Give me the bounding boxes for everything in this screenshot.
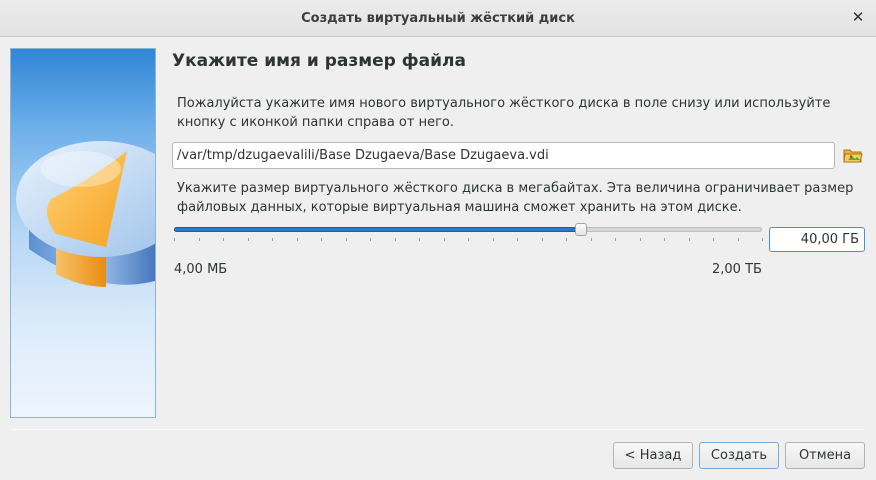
choose-file-button[interactable] <box>842 144 864 166</box>
slider-tick <box>370 238 371 241</box>
folder-open-icon <box>843 149 863 163</box>
button-separator <box>10 429 864 430</box>
window-title: Создать виртуальный жёсткий диск <box>301 11 575 26</box>
size-value-input[interactable] <box>769 227 865 252</box>
slider-tick <box>640 238 641 241</box>
slider-tick <box>223 238 224 241</box>
title-bar[interactable]: Создать виртуальный жёсткий диск ✕ <box>0 0 876 37</box>
slider-tick <box>248 238 249 241</box>
slider-tick <box>199 238 200 241</box>
slider-tick <box>713 238 714 241</box>
file-location-input[interactable] <box>172 142 835 169</box>
slider-handle[interactable] <box>575 223 587 236</box>
slider-fill <box>174 227 581 232</box>
cancel-button[interactable]: Отмена <box>785 442 865 469</box>
dialog-window: Создать виртуальный жёсткий диск ✕ Укажи… <box>0 0 876 480</box>
hard-disk-illustration-icon <box>16 141 155 287</box>
size-slider[interactable] <box>174 222 763 244</box>
page-title: Укажите имя и размер файла <box>172 51 466 71</box>
slider-tick <box>664 238 665 241</box>
slider-tick <box>321 238 322 241</box>
slider-ticks <box>174 238 763 242</box>
size-min-label: 4,00 МБ <box>174 262 228 277</box>
slider-tick <box>297 238 298 241</box>
slider-tick <box>689 238 690 241</box>
create-button[interactable]: Создать <box>699 442 779 469</box>
back-button[interactable]: < Назад <box>613 442 693 469</box>
slider-tick <box>346 238 347 241</box>
slider-tick <box>272 238 273 241</box>
slider-tick <box>762 238 763 241</box>
size-max-label: 2,00 ТБ <box>712 262 762 277</box>
slider-tick <box>395 238 396 241</box>
slider-tick <box>738 238 739 241</box>
slider-tick <box>566 238 567 241</box>
slider-tick <box>419 238 420 241</box>
slider-tick <box>444 238 445 241</box>
slider-tick <box>468 238 469 241</box>
slider-tick <box>517 238 518 241</box>
location-description: Пожалуйста укажите имя нового виртуально… <box>177 96 831 130</box>
slider-tick <box>542 238 543 241</box>
wizard-watermark-image <box>10 48 156 418</box>
slider-tick <box>493 238 494 241</box>
slider-tick <box>591 238 592 241</box>
close-icon[interactable]: ✕ <box>848 7 868 27</box>
slider-tick <box>174 238 175 241</box>
slider-tick <box>615 238 616 241</box>
size-description: Укажите размер виртуального жёсткого дис… <box>177 181 854 215</box>
